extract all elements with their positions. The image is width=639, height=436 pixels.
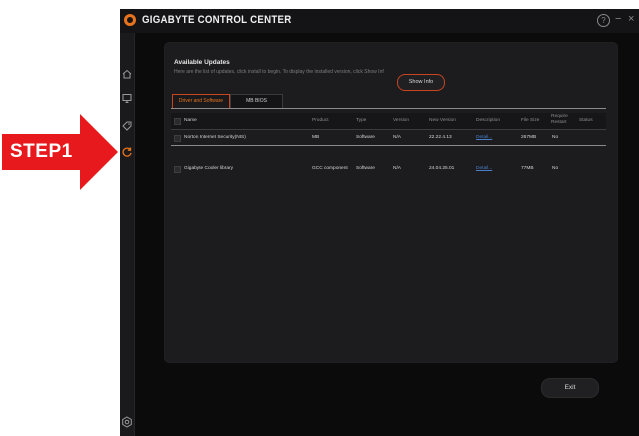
column-new-version[interactable]: New Version [429, 118, 456, 123]
row-product: GCC component [312, 166, 348, 171]
app-title: GIGABYTE CONTROL CENTER [142, 14, 292, 26]
row-type: Software [356, 166, 375, 171]
settings-icon[interactable] [120, 415, 134, 429]
row-name: Gigabyte Cooler library [184, 166, 234, 171]
title-bar: GIGABYTE CONTROL CENTER ? − × [120, 9, 639, 33]
step1-label: STEP1 [10, 141, 73, 162]
panel-title: Available Updates [174, 59, 230, 66]
row-file-size: 77MB [521, 166, 534, 171]
column-status[interactable]: Status [579, 118, 593, 123]
row-new-version: 24.04.25.01 [429, 166, 455, 171]
table-row[interactable]: Norton Internet Security(NIS) MB Softwar… [171, 131, 606, 146]
tab-divider [171, 108, 606, 109]
column-name[interactable]: Name [184, 118, 197, 123]
row-require-restart: No [552, 135, 559, 140]
minimize-icon[interactable]: − [615, 13, 621, 25]
column-file-size[interactable]: File Size [521, 118, 539, 123]
row-checkbox[interactable] [174, 166, 181, 173]
row-detail-link[interactable]: Detail... [476, 166, 492, 171]
home-icon[interactable] [120, 67, 134, 81]
show-info-button[interactable]: Show Info [397, 74, 445, 91]
app-window: GIGABYTE CONTROL CENTER ? − × Available … [120, 9, 639, 436]
column-description[interactable]: Description [476, 118, 500, 123]
column-version[interactable]: Version [393, 118, 409, 123]
sidebar [120, 33, 135, 436]
row-name: Norton Internet Security(NIS) [184, 135, 246, 140]
monitor-icon[interactable] [120, 91, 134, 105]
tab-mb-bios[interactable]: MB BIOS [230, 94, 283, 109]
row-type: Software [356, 135, 375, 140]
row-version: N/A [393, 135, 401, 140]
column-product[interactable]: Product [312, 118, 329, 123]
row-file-size: 267MB [521, 135, 537, 140]
updates-panel: Available Updates Here are the list of u… [165, 43, 617, 362]
help-icon[interactable]: ? [597, 14, 610, 27]
row-version: N/A [393, 166, 401, 171]
table-row[interactable]: Gigabyte Cooler library GCC component So… [171, 162, 606, 176]
row-product: MB [312, 135, 320, 140]
column-require-restart[interactable]: Require Restart [551, 114, 571, 126]
select-all-checkbox[interactable] [174, 118, 181, 125]
tab-driver-and-software[interactable]: Driver and Software [172, 94, 230, 109]
close-icon[interactable]: × [628, 13, 634, 25]
panel-subtitle: Here are the list of updates, click inst… [174, 69, 384, 75]
row-new-version: 22.22.4.13 [429, 135, 452, 140]
row-checkbox[interactable] [174, 135, 181, 142]
exit-button[interactable]: Exit [541, 378, 599, 398]
column-type[interactable]: Type [356, 118, 366, 123]
row-detail-link[interactable]: Detail... [476, 135, 492, 140]
table-header: Name Product Type Version New Version De… [171, 113, 606, 130]
tag-icon[interactable] [120, 119, 134, 133]
gigabyte-logo-icon [124, 14, 136, 26]
row-require-restart: No [552, 166, 559, 171]
update-icon[interactable] [120, 145, 134, 159]
